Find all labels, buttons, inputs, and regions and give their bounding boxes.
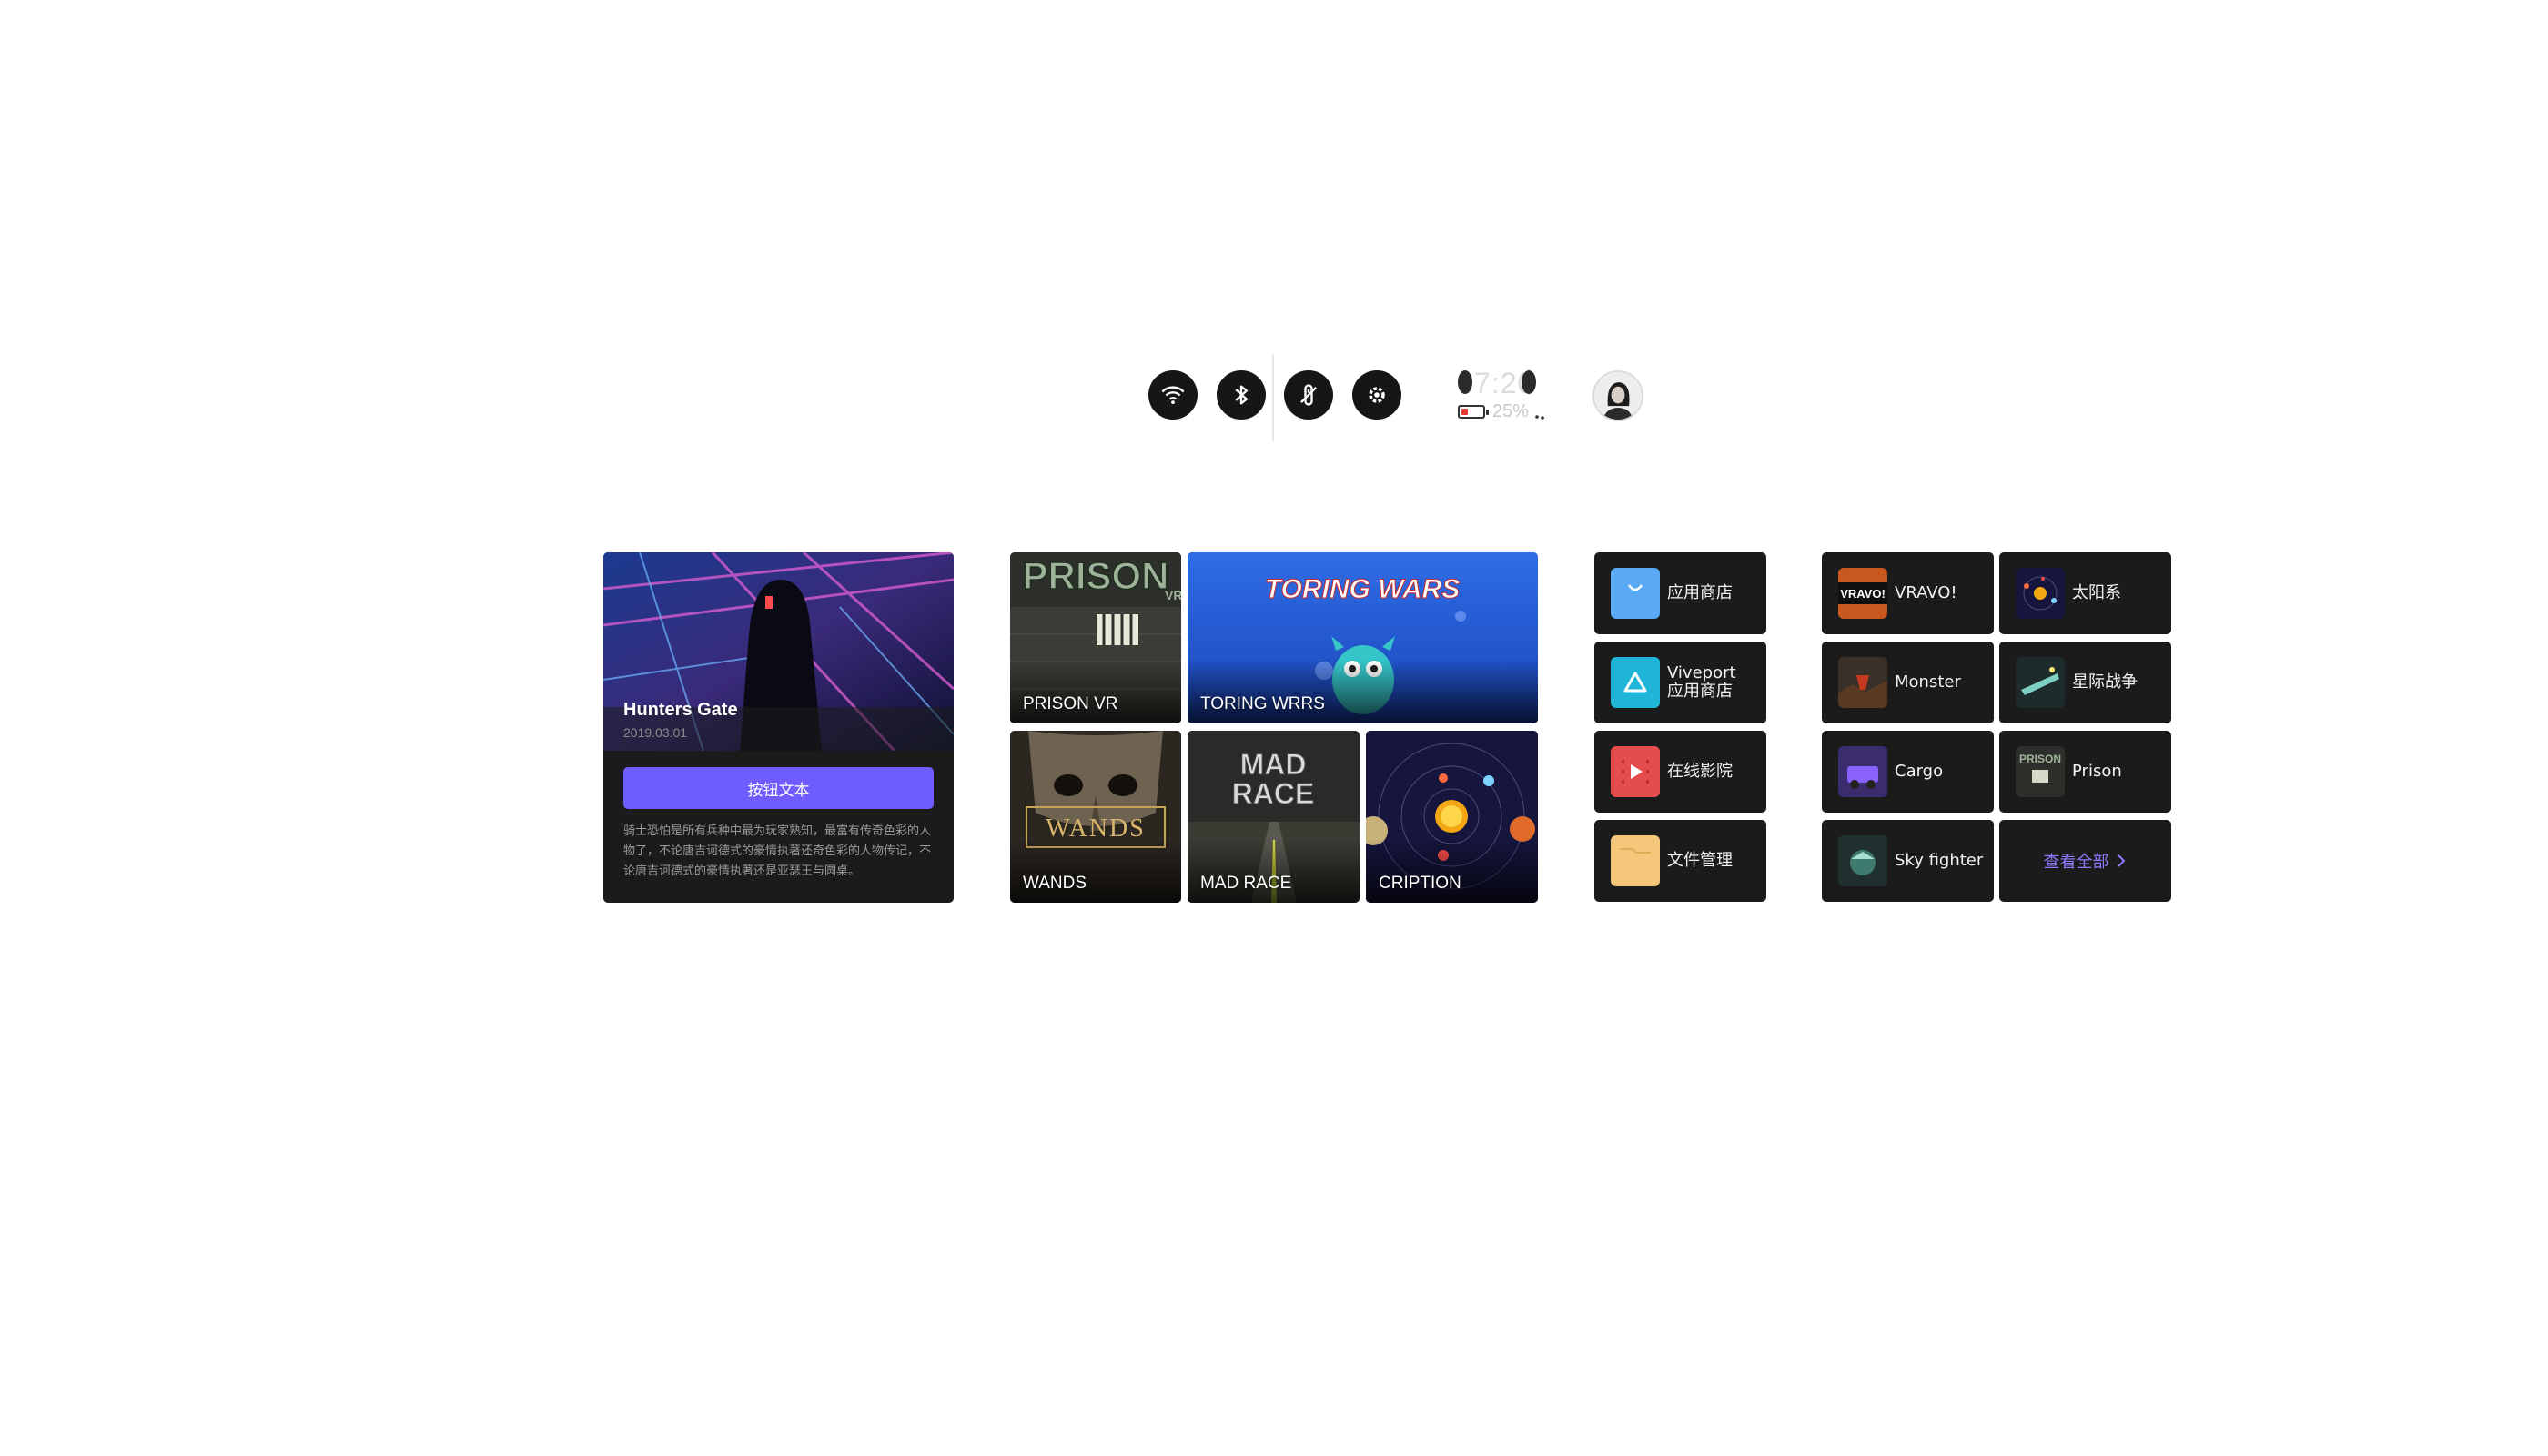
cargo-thumb — [1838, 746, 1887, 797]
recent-item-monster[interactable]: Monster — [1822, 642, 1994, 723]
skyfighter-thumb — [1838, 835, 1887, 886]
bluetooth-icon — [1235, 385, 1248, 405]
recent-item-cargo[interactable]: Cargo — [1822, 731, 1994, 813]
clock-battery: 7:20 25% — [1458, 367, 1549, 427]
solar-thumb — [2016, 568, 2065, 619]
madrace-art-line1: MAD — [1240, 748, 1307, 781]
viveport-label-line1: Viveport — [1667, 663, 1736, 682]
wifi-mini-icon — [1535, 415, 1544, 420]
bluetooth-button[interactable] — [1217, 370, 1266, 420]
madrace-art-line2: RACE — [1232, 777, 1315, 810]
controller-button[interactable] — [1284, 370, 1333, 420]
starwar-thumb — [2016, 657, 2065, 708]
game-label-wands: WANDS — [1023, 874, 1087, 893]
game-tile-mad-race[interactable]: MAD RACE MAD RACE — [1188, 731, 1360, 903]
recent-label-starwar: 星际战争 — [2072, 672, 2138, 692]
battery-fill — [1461, 409, 1468, 415]
wifi-button[interactable] — [1148, 370, 1198, 420]
recent-label-vravo: VRAVO! — [1895, 583, 1957, 602]
prison-thumb-text: PRISON — [2019, 753, 2061, 765]
cinema-label: 在线影院 — [1667, 762, 1733, 781]
app-store-item[interactable]: 应用商店 — [1594, 552, 1766, 634]
app-store-label: 应用商店 — [1667, 583, 1733, 602]
game-tile-prison-vr[interactable]: PRISON VR PRISON VR — [1010, 552, 1181, 723]
toring-art-title: TORING WARS — [1265, 574, 1460, 604]
recent-item-vravo[interactable]: VRAVO! VRAVO! — [1822, 552, 1994, 634]
game-label-toring-wrrs: TORING WRRS — [1200, 694, 1325, 713]
settings-button[interactable] — [1352, 370, 1401, 420]
game-tile-wands[interactable]: WANDS WANDS — [1010, 731, 1181, 903]
recent-item-solar[interactable]: 太阳系 — [1999, 552, 2171, 634]
clock-left-dot — [1458, 370, 1472, 394]
vravo-thumb-text: VRAVO! — [1840, 587, 1886, 601]
featured-image — [603, 552, 954, 751]
status-bar: 7:20 25% — [1148, 354, 1649, 441]
game-tile-toring-wrrs[interactable]: TORING WARS TORING WRRS — [1188, 552, 1538, 723]
featured-date: 2019.03.01 — [623, 725, 688, 740]
prison-art-title: PRISON — [1022, 554, 1168, 597]
cinema-icon — [1611, 746, 1660, 797]
cinema-item[interactable]: 在线影院 — [1594, 731, 1766, 813]
recent-label-skyfighter: Sky fighter — [1895, 851, 1984, 870]
prison-thumb: PRISON — [2016, 746, 2065, 797]
battery-icon — [1458, 405, 1489, 419]
recent-item-starwar[interactable]: 星际战争 — [1999, 642, 2171, 723]
viveport-item[interactable]: Viveport 应用商店 — [1594, 642, 1766, 723]
clock-right-dot — [1522, 370, 1536, 394]
file-manager-item[interactable]: 文件管理 — [1594, 820, 1766, 902]
viveport-label: Viveport 应用商店 — [1667, 642, 1736, 723]
view-all-link[interactable]: 查看全部 — [1999, 820, 2171, 902]
vravo-thumb: VRAVO! — [1838, 568, 1887, 619]
viveport-icon — [1611, 657, 1660, 708]
settings-icon — [1369, 387, 1385, 403]
recent-label-prison: Prison — [2072, 762, 2122, 781]
controller-icon — [1300, 384, 1317, 406]
viveport-label-line2: 应用商店 — [1667, 682, 1733, 701]
view-all-button[interactable]: 查看全部 — [1999, 820, 2171, 902]
recent-item-skyfighter[interactable]: Sky fighter — [1822, 820, 1994, 902]
featured-card[interactable]: Hunters Gate 2019.03.01 按钮文本 骑士恐怕是所有兵种中最… — [603, 552, 954, 903]
featured-title: Hunters Gate — [623, 700, 738, 720]
view-all-label: 查看全部 — [2043, 853, 2109, 872]
status-divider — [1272, 354, 1274, 441]
featured-action-button[interactable]: 按钮文本 — [623, 767, 934, 809]
game-label-mad-race: MAD RACE — [1200, 874, 1292, 893]
wifi-icon — [1161, 386, 1185, 405]
app-store-icon — [1611, 568, 1660, 619]
battery-percent: 25% — [1492, 401, 1530, 421]
recent-label-monster: Monster — [1895, 672, 1961, 692]
avatar[interactable] — [1592, 370, 1643, 421]
folder-icon — [1611, 835, 1660, 886]
featured-description: 骑士恐怕是所有兵种中最为玩家熟知，最富有传奇色彩的人物了，不论唐吉诃德式的豪情执… — [623, 824, 932, 878]
game-label-prison-vr: PRISON VR — [1023, 694, 1118, 713]
game-label-cription: CRIPTION — [1379, 874, 1461, 893]
recent-label-cargo: Cargo — [1895, 762, 1944, 781]
file-manager-label: 文件管理 — [1667, 851, 1733, 870]
prison-art-sub: VR — [1165, 588, 1181, 602]
game-tile-cription[interactable]: CRIPTION — [1366, 731, 1538, 903]
recent-label-solar: 太阳系 — [2072, 583, 2121, 602]
chevron-right-icon — [2117, 854, 2125, 867]
monster-thumb — [1838, 657, 1887, 708]
recent-item-prison[interactable]: PRISON Prison — [1999, 731, 2171, 813]
user-avatar-icon — [1594, 372, 1642, 420]
